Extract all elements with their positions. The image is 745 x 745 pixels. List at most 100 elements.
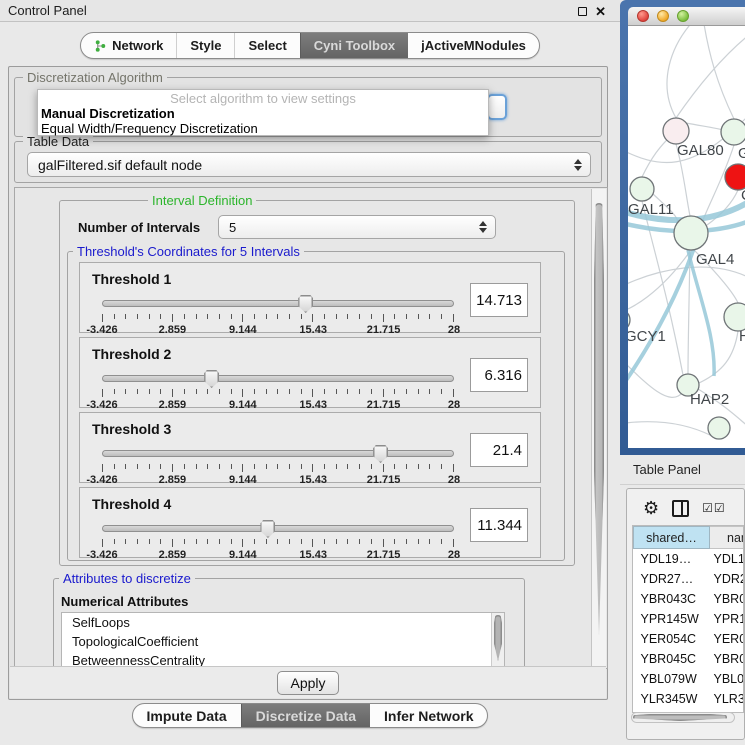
- cell-name[interactable]: YBR0: [710, 649, 745, 669]
- cell-name[interactable]: YDL1: [710, 549, 745, 569]
- cell-shared-name[interactable]: YLR345W: [634, 689, 710, 709]
- tick-mark: [207, 464, 208, 469]
- network-node[interactable]: [724, 303, 745, 331]
- column-header-shared-name[interactable]: shared…: [634, 527, 710, 549]
- tick-mark: [114, 314, 115, 319]
- tick-mark: [394, 314, 395, 319]
- cell-name[interactable]: YBR0: [710, 589, 745, 609]
- tab-select[interactable]: Select: [234, 33, 299, 58]
- threshold-3-slider[interactable]: -3.4262.8599.14415.4321.71528: [102, 445, 454, 481]
- column-header-name[interactable]: name: [710, 527, 745, 549]
- cell-shared-name[interactable]: YBL079W: [634, 669, 710, 689]
- dropdown-option-equal-width[interactable]: Equal Width/Frequency Discretization: [38, 121, 488, 136]
- cell-shared-name[interactable]: YER054C: [634, 629, 710, 649]
- cell-name[interactable]: YLR3: [710, 689, 745, 709]
- algorithm-combobox[interactable]: [487, 94, 507, 120]
- tab-jactivemnodules[interactable]: jActiveMNodules: [408, 33, 539, 58]
- network-node[interactable]: [630, 177, 654, 201]
- zoom-traffic-light-icon[interactable]: [677, 10, 689, 22]
- slider-track[interactable]: [102, 300, 454, 307]
- attribute-list-item[interactable]: SelfLoops: [62, 613, 504, 632]
- slider-thumb[interactable]: [298, 295, 313, 313]
- tick-mark: [196, 539, 197, 544]
- table-horizontal-scrollbar[interactable]: [631, 712, 735, 723]
- slider-tick-labels: -3.4262.8599.14415.4321.71528: [102, 549, 454, 561]
- table-row[interactable]: YPR145WYPR1: [634, 609, 745, 629]
- tab-cyni-toolbox[interactable]: Cyni Toolbox: [300, 33, 408, 58]
- table-row[interactable]: YER054CYER0: [634, 629, 745, 649]
- table-row[interactable]: YLR345WYLR3: [634, 689, 745, 709]
- table-row[interactable]: YBR045CYBR0: [634, 649, 745, 669]
- slider-ticks: [102, 464, 454, 473]
- table-row[interactable]: YBR043CYBR0: [634, 589, 745, 609]
- apply-button[interactable]: Apply: [277, 671, 339, 695]
- attribute-list-item[interactable]: TopologicalCoefficient: [62, 632, 504, 651]
- columns-icon[interactable]: [672, 500, 689, 517]
- tick-mark: [266, 539, 267, 544]
- table-row[interactable]: YDR27…YDR2: [634, 569, 745, 589]
- slider-thumb[interactable]: [373, 445, 388, 463]
- dropdown-hint-item[interactable]: Select algorithm to view settings: [38, 91, 488, 106]
- tick-mark: [289, 464, 290, 469]
- threshold-2-slider[interactable]: -3.4262.8599.14415.4321.71528: [102, 370, 454, 406]
- cell-shared-name[interactable]: YDR27…: [634, 569, 710, 589]
- cell-shared-name[interactable]: YPR145W: [634, 609, 710, 629]
- cell-shared-name[interactable]: YDL19…: [634, 549, 710, 569]
- tab-infer-network[interactable]: Infer Network: [370, 704, 487, 727]
- close-traffic-light-icon[interactable]: [637, 10, 649, 22]
- cell-shared-name[interactable]: YBR045C: [634, 649, 710, 669]
- cell-name[interactable]: YER0: [710, 629, 745, 649]
- threshold-4-label: Threshold 4: [92, 496, 171, 512]
- network-canvas[interactable]: GAL80GACGAL11GAL4GCY1HHAP2: [628, 26, 745, 448]
- interval-definition-groupbox: Interval Definition Number of Intervals …: [59, 200, 575, 566]
- tick-mark: [336, 464, 337, 469]
- network-node[interactable]: [674, 216, 708, 250]
- threshold-4-value[interactable]: 11.344: [470, 508, 528, 542]
- num-intervals-combobox[interactable]: 5: [218, 215, 496, 239]
- tick-mark: [114, 389, 115, 394]
- cell-shared-name[interactable]: YBR043C: [634, 589, 710, 609]
- network-node[interactable]: [663, 118, 689, 144]
- tab-discretize-data[interactable]: Discretize Data: [241, 704, 370, 727]
- tab-network[interactable]: Network: [81, 33, 176, 58]
- tick-mark: [266, 314, 267, 319]
- checkbox-icon[interactable]: ☑: [714, 501, 725, 515]
- threshold-1-value[interactable]: 14.713: [470, 283, 528, 317]
- table-row[interactable]: YBL079WYBL0: [634, 669, 745, 689]
- tick-mark: [149, 314, 150, 319]
- close-icon[interactable]: ✕: [595, 5, 606, 18]
- gear-icon[interactable]: ⚙: [643, 499, 659, 517]
- cell-name[interactable]: YDR2: [710, 569, 745, 589]
- threshold-4-slider[interactable]: -3.4262.8599.14415.4321.71528: [102, 520, 454, 556]
- network-node[interactable]: [721, 119, 745, 145]
- cell-name[interactable]: YPR1: [710, 609, 745, 629]
- checkbox-icon[interactable]: ☑: [702, 501, 713, 515]
- slider-track[interactable]: [102, 450, 454, 457]
- checkbox-icons[interactable]: ☑☑: [702, 501, 725, 515]
- slider-thumb[interactable]: [260, 520, 275, 538]
- slider-track[interactable]: [102, 525, 454, 532]
- float-window-icon[interactable]: [578, 7, 587, 16]
- table-row[interactable]: YDL19…YDL1: [634, 549, 745, 569]
- slider-track[interactable]: [102, 375, 454, 382]
- tick-mark: [359, 314, 360, 319]
- node-table[interactable]: shared… name YDL19…YDL1YDR27…YDR2YBR043C…: [632, 525, 744, 713]
- minimize-traffic-light-icon[interactable]: [657, 10, 669, 22]
- tick-label: 21.715: [367, 399, 401, 411]
- network-node[interactable]: [708, 417, 730, 439]
- threshold-1-slider[interactable]: -3.4262.8599.14415.4321.71528: [102, 295, 454, 331]
- slider-thumb[interactable]: [204, 370, 219, 388]
- table-data-combobox[interactable]: galFiltered.sif default node: [27, 152, 591, 177]
- threshold-2-value[interactable]: 6.316: [470, 358, 528, 392]
- network-window-titlebar[interactable]: [628, 7, 745, 26]
- tick-mark: [125, 464, 126, 469]
- tick-label: -3.426: [86, 399, 117, 411]
- slider-tick-labels: -3.4262.8599.14415.4321.71528: [102, 399, 454, 411]
- dropdown-option-manual[interactable]: Manual Discretization: [38, 106, 488, 121]
- settings-vertical-scrollbar[interactable]: [591, 189, 606, 667]
- threshold-3-value[interactable]: 21.4: [470, 433, 528, 467]
- cell-name[interactable]: YBL0: [710, 669, 745, 689]
- tab-impute-data[interactable]: Impute Data: [133, 704, 241, 727]
- tab-style[interactable]: Style: [176, 33, 234, 58]
- top-tabbar: Network Style Select Cyni Toolbox jActiv…: [0, 30, 620, 62]
